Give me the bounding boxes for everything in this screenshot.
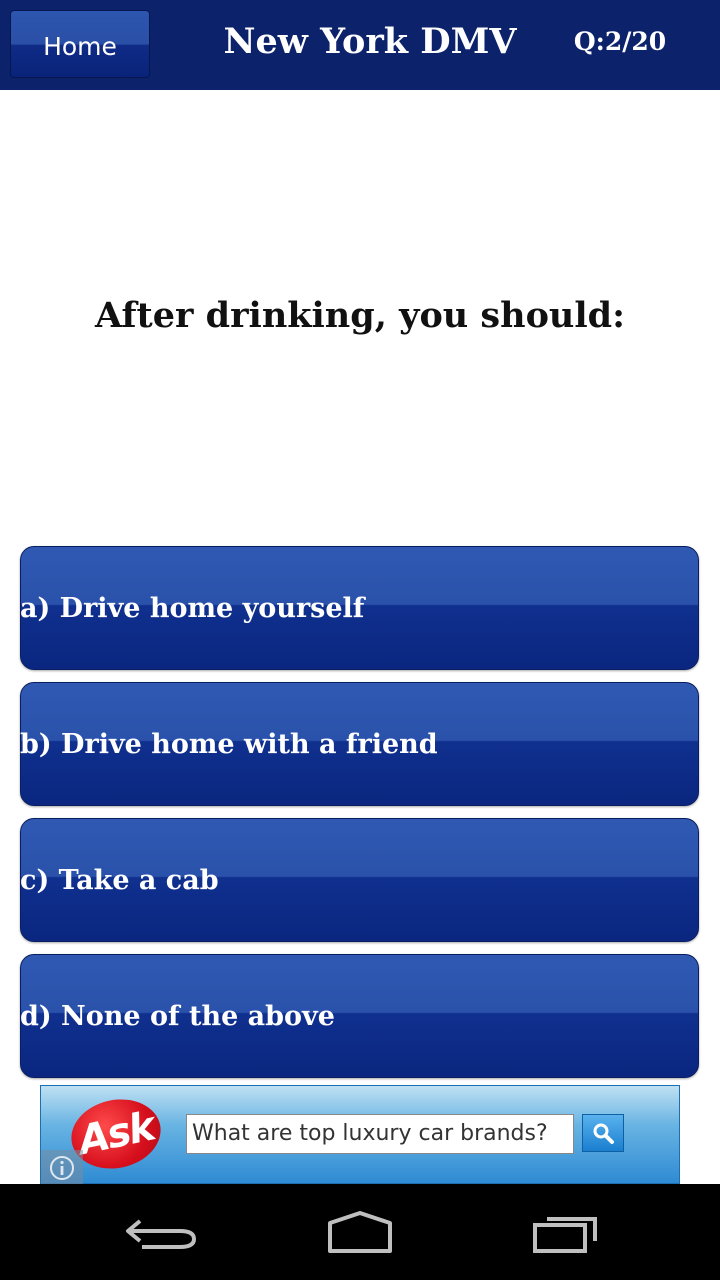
ad-search-button[interactable] (582, 1114, 624, 1152)
back-button[interactable] (115, 1202, 205, 1262)
answer-button-a[interactable]: a) Drive home yourself (20, 546, 699, 670)
answer-button-c[interactable]: c) Take a cab (20, 818, 699, 942)
system-home-button[interactable] (315, 1202, 405, 1262)
recent-apps-button[interactable] (518, 1202, 608, 1262)
system-nav-bar (0, 1184, 720, 1280)
back-icon (126, 1219, 197, 1249)
app-header: Home New York DMV Q:2/20 (0, 0, 720, 90)
ad-info-button[interactable] (41, 1150, 83, 1185)
app-title: New York DMV (223, 21, 517, 62)
answer-label: b) Drive home with a friend (20, 728, 438, 760)
answer-label: a) Drive home yourself (20, 592, 365, 624)
answer-label: c) Take a cab (20, 864, 219, 896)
ad-search-input[interactable]: What are top luxury car brands? (186, 1114, 574, 1154)
ad-banner[interactable]: Ask What are top luxury car brands? (40, 1085, 680, 1185)
home-icon (328, 1211, 392, 1253)
question-text: After drinking, you should: (94, 295, 626, 336)
answer-label: d) None of the above (20, 1000, 335, 1032)
recent-apps-icon (533, 1217, 597, 1253)
question-counter: Q:2/20 (573, 27, 667, 56)
info-icon (50, 1155, 74, 1180)
search-icon (593, 1123, 614, 1144)
answer-button-b[interactable]: b) Drive home with a friend (20, 682, 699, 806)
home-button[interactable]: Home (10, 10, 150, 78)
answer-button-d[interactable]: d) None of the above (20, 954, 699, 1078)
